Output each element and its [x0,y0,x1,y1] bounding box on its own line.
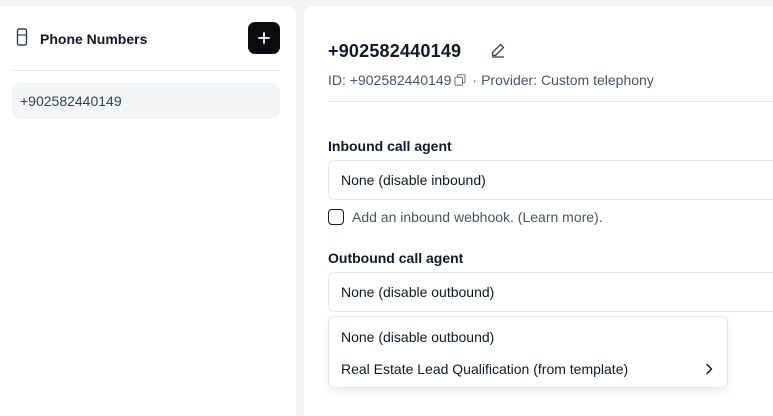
phone-meta: ID: +902582440149 · Provider: Custom tel… [328,72,654,88]
copy-icon[interactable] [454,74,466,86]
dropdown-option-label: None (disable outbound) [341,329,495,345]
page-title: +902582440149 [328,41,462,61]
plus-icon [258,32,270,44]
sidebar-header: Phone Numbers [0,6,296,70]
edit-icon[interactable] [490,42,506,58]
meta-separator: · [472,72,478,88]
dropdown-option-label: Real Estate Lead Qualification (from tem… [341,361,629,377]
sidebar-title: Phone Numbers [40,31,148,47]
sidebar-item-phone-number[interactable]: +902582440149 [12,83,280,119]
chevron-right-icon [706,363,713,375]
outbound-agent-label: Outbound call agent [328,250,464,266]
inbound-agent-value: None (disable inbound) [341,172,486,188]
outbound-agent-value: None (disable outbound) [341,284,495,300]
sidebar-divider [12,70,280,71]
outbound-agent-dropdown: None (disable outbound) Real Estate Lead… [328,316,728,388]
add-phone-number-button[interactable] [248,22,280,54]
phone-provider: Provider: Custom telephony [481,72,654,88]
sidebar: Phone Numbers +902582440149 [0,6,296,416]
phone-id: ID: +902582440149 [328,72,452,88]
inbound-agent-select[interactable]: None (disable inbound) [328,160,773,200]
phone-icon [16,28,28,46]
inbound-webhook-label[interactable]: Add an inbound webhook. (Learn more). [352,209,603,225]
header-divider [328,101,773,102]
dropdown-option-real-estate-template[interactable]: Real Estate Lead Qualification (from tem… [329,353,727,385]
dropdown-option-none[interactable]: None (disable outbound) [329,321,727,353]
sidebar-item-label: +902582440149 [20,93,122,109]
inbound-webhook-checkbox[interactable] [328,209,344,225]
outbound-agent-select[interactable]: None (disable outbound) [328,272,773,312]
inbound-agent-label: Inbound call agent [328,138,452,154]
